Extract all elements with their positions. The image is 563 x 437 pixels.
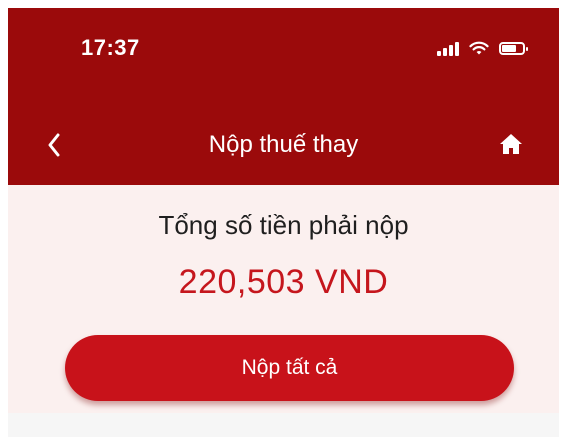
status-icons xyxy=(437,41,528,56)
status-time: 17:37 xyxy=(81,35,140,60)
wifi-icon xyxy=(469,41,489,55)
total-amount-label: Tổng số tiền phải nộp xyxy=(158,210,409,240)
cellular-signal-icon xyxy=(437,41,459,56)
home-button[interactable] xyxy=(497,130,525,158)
home-icon xyxy=(500,134,522,154)
pay-all-button[interactable]: Nộp tất cả xyxy=(65,335,514,401)
bottom-section xyxy=(8,413,559,437)
phone-screen: 17:37 Nộp thuế thay Tổng số tiền phải nộ… xyxy=(0,0,563,437)
battery-icon xyxy=(499,42,528,55)
page-title: Nộp thuế thay xyxy=(208,131,359,158)
total-amount-value: 220,503 VND xyxy=(178,263,389,301)
payment-summary-panel: Tổng số tiền phải nộp 220,503 VND Nộp tấ… xyxy=(8,185,559,413)
app-header: 17:37 Nộp thuế thay xyxy=(8,8,559,185)
